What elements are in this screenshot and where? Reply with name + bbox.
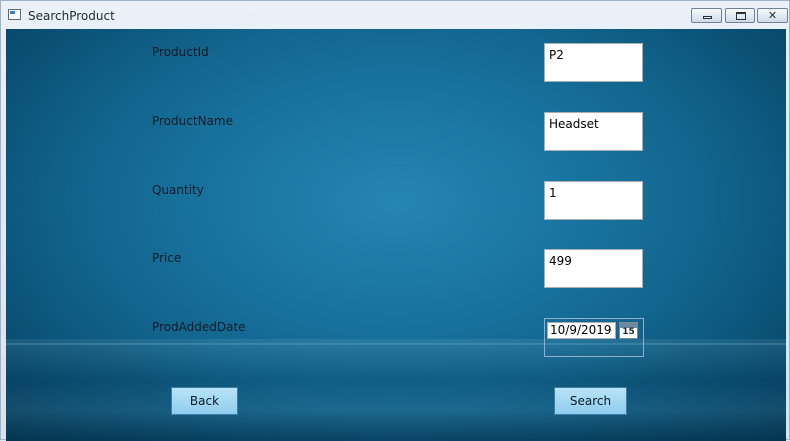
- price-label: Price: [152, 251, 182, 265]
- product-id-label: ProductId: [152, 45, 209, 59]
- close-button[interactable]: ✕: [757, 8, 788, 23]
- quantity-field[interactable]: 1: [544, 181, 643, 220]
- close-icon: ✕: [767, 9, 778, 22]
- prod-added-date-picker: 10/9/2019 15: [544, 318, 644, 357]
- price-field[interactable]: 499: [544, 249, 643, 288]
- quantity-label: Quantity: [152, 183, 204, 197]
- calendar-day: 15: [622, 327, 635, 337]
- minimize-button[interactable]: [691, 8, 722, 23]
- maximize-button[interactable]: [725, 8, 755, 23]
- prod-added-date-label: ProdAddedDate: [152, 320, 246, 334]
- calendar-icon[interactable]: 15: [619, 322, 638, 339]
- back-button[interactable]: Back: [171, 387, 238, 415]
- product-name-label: ProductName: [152, 114, 233, 128]
- search-product-window: SearchProduct ✕ ProductId P2 ProductName…: [0, 0, 790, 441]
- search-button[interactable]: Search: [554, 387, 627, 415]
- app-window-icon: [8, 9, 21, 20]
- form-area: ProductId P2 ProductName Headset Quantit…: [6, 29, 786, 441]
- window-title: SearchProduct: [28, 9, 115, 23]
- title-bar[interactable]: SearchProduct ✕: [1, 1, 789, 29]
- product-id-field[interactable]: P2: [544, 43, 643, 82]
- background-floor: [6, 339, 786, 441]
- product-name-field[interactable]: Headset: [544, 112, 643, 151]
- background-horizon: [6, 343, 786, 345]
- maximize-icon: [736, 12, 746, 20]
- date-input[interactable]: 10/9/2019: [547, 322, 616, 339]
- minimize-icon: [703, 16, 712, 19]
